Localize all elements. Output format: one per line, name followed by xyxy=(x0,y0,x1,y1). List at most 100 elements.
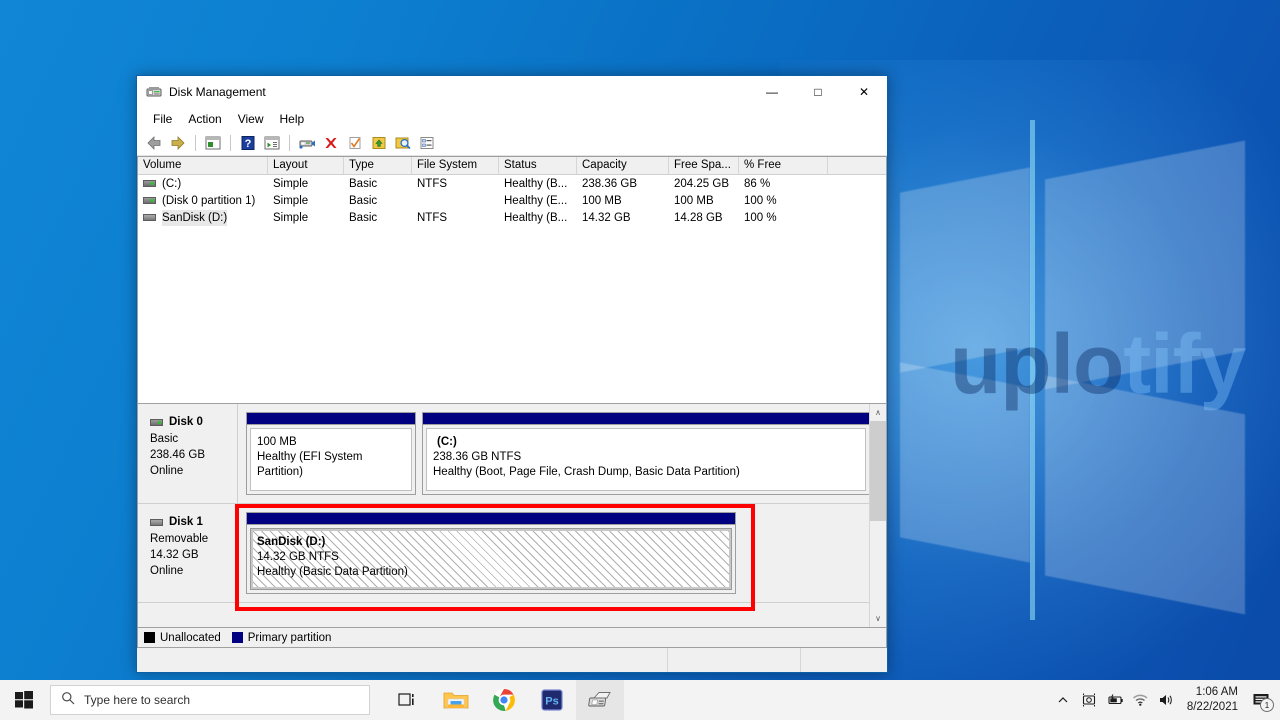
partition-efi[interactable]: 100 MB Healthy (EFI System Partition) xyxy=(246,412,416,495)
legend-label-primary: Primary partition xyxy=(247,631,332,644)
volume-name: (Disk 0 partition 1) xyxy=(162,194,256,207)
wifi-icon[interactable] xyxy=(1129,680,1153,720)
taskbar-icons: Ps xyxy=(384,680,624,720)
partition-label: SanDisk (D:) xyxy=(257,536,326,548)
partition-health: Healthy (Basic Data Partition) xyxy=(257,566,408,578)
windows-logo-icon[interactable] xyxy=(0,680,48,720)
disk-info-0[interactable]: Disk 0 Basic 238.46 GB Online xyxy=(138,404,238,503)
toolbar-separator-3 xyxy=(289,134,290,151)
cell-percent-free: 100 % xyxy=(744,211,777,224)
disk-size-1: 14.32 GB xyxy=(150,549,199,561)
show-hide-action-pane-icon[interactable] xyxy=(261,132,283,154)
properties-icon[interactable] xyxy=(296,132,318,154)
column-header-empty[interactable] xyxy=(828,157,886,174)
disk-management-icon[interactable] xyxy=(576,680,624,720)
cell-capacity: 100 MB xyxy=(582,194,622,207)
column-header-type[interactable]: Type xyxy=(344,157,412,174)
disk-row-1[interactable]: Disk 1 Removable 14.32 GB Online SanDisk… xyxy=(138,504,869,603)
clock-time: 1:06 AM xyxy=(1195,686,1238,698)
minimize-button[interactable]: — xyxy=(749,76,795,108)
close-button[interactable]: ✕ xyxy=(841,76,887,108)
status-pane-2 xyxy=(668,648,801,672)
cell-free-space: 204.25 GB xyxy=(674,177,729,190)
menu-help[interactable]: Help xyxy=(272,110,313,128)
google-chrome-icon[interactable] xyxy=(480,680,528,720)
cell-free-space: 14.28 GB xyxy=(674,211,723,224)
scroll-down-arrow-icon[interactable]: ∨ xyxy=(870,610,887,627)
column-header-volume[interactable]: Volume xyxy=(138,157,268,174)
toolbar-separator-2 xyxy=(230,134,231,151)
partition-size-fs: 238.36 GB NTFS xyxy=(433,451,522,463)
column-header-file-system[interactable]: File System xyxy=(412,157,499,174)
column-header-layout[interactable]: Layout xyxy=(268,157,344,174)
back-arrow-icon[interactable] xyxy=(143,132,165,154)
search-input[interactable]: Type here to search xyxy=(50,685,370,715)
menu-view[interactable]: View xyxy=(230,110,272,128)
disk-title-1: Disk 1 xyxy=(150,516,237,528)
taskbar: Type here to search Ps 1:06 AM 8/22/2021… xyxy=(0,680,1280,720)
refresh-icon[interactable] xyxy=(344,132,366,154)
column-header-percent-free[interactable]: % Free xyxy=(739,157,828,174)
scrollbar-thumb[interactable] xyxy=(869,421,886,521)
delete-icon[interactable] xyxy=(320,132,342,154)
cell-status: Healthy (B... xyxy=(504,211,568,224)
window-titlebar[interactable]: Disk Management — □ ✕ xyxy=(137,76,887,108)
create-volume-icon[interactable] xyxy=(368,132,390,154)
help-icon[interactable]: ? xyxy=(237,132,259,154)
column-header-capacity[interactable]: Capacity xyxy=(577,157,669,174)
scroll-up-arrow-icon[interactable]: ∧ xyxy=(870,404,887,421)
rescan-disks-icon[interactable] xyxy=(392,132,414,154)
legend-label-unallocated: Unallocated xyxy=(160,631,221,644)
partition-health: Healthy (EFI System Partition) xyxy=(257,451,363,478)
cell-file-system: NTFS xyxy=(417,211,448,224)
svg-text:Ps: Ps xyxy=(545,696,558,708)
column-header-free-space[interactable]: Free Spa... xyxy=(669,157,739,174)
disk-state-1: Online xyxy=(150,565,184,577)
table-row[interactable]: (Disk 0 partition 1) Simple Basic Health… xyxy=(138,192,886,209)
table-row[interactable]: (C:) Simple Basic NTFS Healthy (B... 238… xyxy=(138,175,886,192)
cell-percent-free: 100 % xyxy=(744,194,777,207)
volume-icon[interactable] xyxy=(1155,680,1179,720)
graphical-view-scroll-area: Disk 0 Basic 238.46 GB Online 100 MB Hea… xyxy=(138,404,869,627)
volume-list-rows: (C:) Simple Basic NTFS Healthy (B... 238… xyxy=(138,175,886,226)
cell-volume: (Disk 0 partition 1) xyxy=(138,193,268,209)
partition-sandisk[interactable]: SanDisk (D:) 14.32 GB NTFS Healthy (Basi… xyxy=(246,512,736,594)
partition-details: SanDisk (D:) 14.32 GB NTFS Healthy (Basi… xyxy=(250,528,732,590)
partition-health: Healthy (Boot, Page File, Crash Dump, Ba… xyxy=(433,466,740,478)
table-row[interactable]: SanDisk (D:) Simple Basic NTFS Healthy (… xyxy=(138,209,886,226)
webcam-icon[interactable] xyxy=(1077,680,1101,720)
show-hide-console-tree-icon[interactable] xyxy=(202,132,224,154)
task-view-icon[interactable] xyxy=(384,680,432,720)
partition-color-bar xyxy=(247,513,735,525)
cell-volume: SanDisk (D:) xyxy=(138,209,268,226)
maximize-button[interactable]: □ xyxy=(795,76,841,108)
disk-management-window: Disk Management — □ ✕ File Action View H… xyxy=(136,75,888,673)
forward-arrow-icon[interactable] xyxy=(167,132,189,154)
window-title: Disk Management xyxy=(169,85,266,99)
notification-badge: 1 xyxy=(1260,698,1274,712)
disk-row-0[interactable]: Disk 0 Basic 238.46 GB Online 100 MB Hea… xyxy=(138,404,869,504)
window-control-buttons: — □ ✕ xyxy=(749,76,887,108)
menu-action[interactable]: Action xyxy=(180,110,229,128)
taskbar-clock[interactable]: 1:06 AM 8/22/2021 xyxy=(1187,680,1238,720)
menu-file[interactable]: File xyxy=(145,110,180,128)
graphical-view-pane: Disk 0 Basic 238.46 GB Online 100 MB Hea… xyxy=(137,404,887,628)
disk-info-1[interactable]: Disk 1 Removable 14.32 GB Online xyxy=(138,504,238,602)
partition-c[interactable]: (C:) 238.36 GB NTFS Healthy (Boot, Page … xyxy=(422,412,869,495)
file-explorer-icon[interactable] xyxy=(432,680,480,720)
disk-title-0: Disk 0 xyxy=(150,416,237,428)
show-hidden-icons-chevron[interactable] xyxy=(1051,680,1075,720)
scrollbar-track[interactable] xyxy=(869,421,886,610)
notification-center-icon[interactable]: 1 xyxy=(1248,680,1274,720)
disk-type-1: Removable xyxy=(150,533,209,545)
legend-item-primary: Primary partition xyxy=(231,631,332,644)
status-bar xyxy=(137,648,887,672)
column-header-status[interactable]: Status xyxy=(499,157,577,174)
graphical-view-scrollbar[interactable]: ∧ ∨ xyxy=(869,404,886,627)
menu-bar: File Action View Help xyxy=(137,108,887,130)
disk-name: Disk 1 xyxy=(169,516,203,528)
photoshop-icon[interactable]: Ps xyxy=(528,680,576,720)
all-tasks-icon[interactable] xyxy=(416,132,438,154)
battery-icon[interactable] xyxy=(1103,680,1127,720)
volume-list-pane[interactable]: Volume Layout Type File System Status Ca… xyxy=(137,156,887,404)
